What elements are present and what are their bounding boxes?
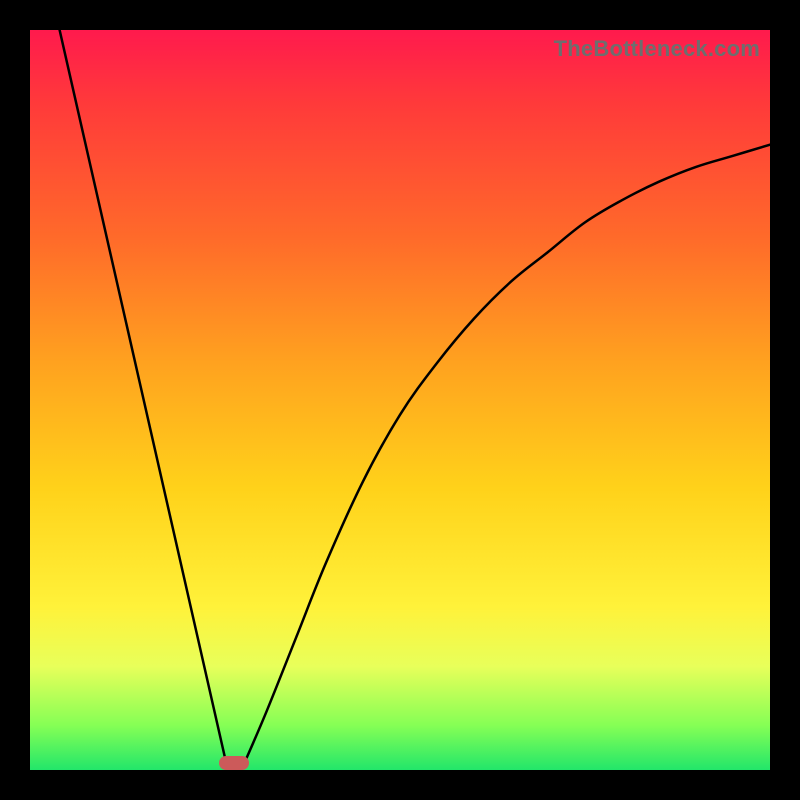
curve-path xyxy=(60,30,770,763)
bottleneck-curve xyxy=(30,30,770,770)
chart-frame: TheBottleneck.com xyxy=(0,0,800,800)
optimal-marker xyxy=(219,756,249,770)
plot-area: TheBottleneck.com xyxy=(30,30,770,770)
